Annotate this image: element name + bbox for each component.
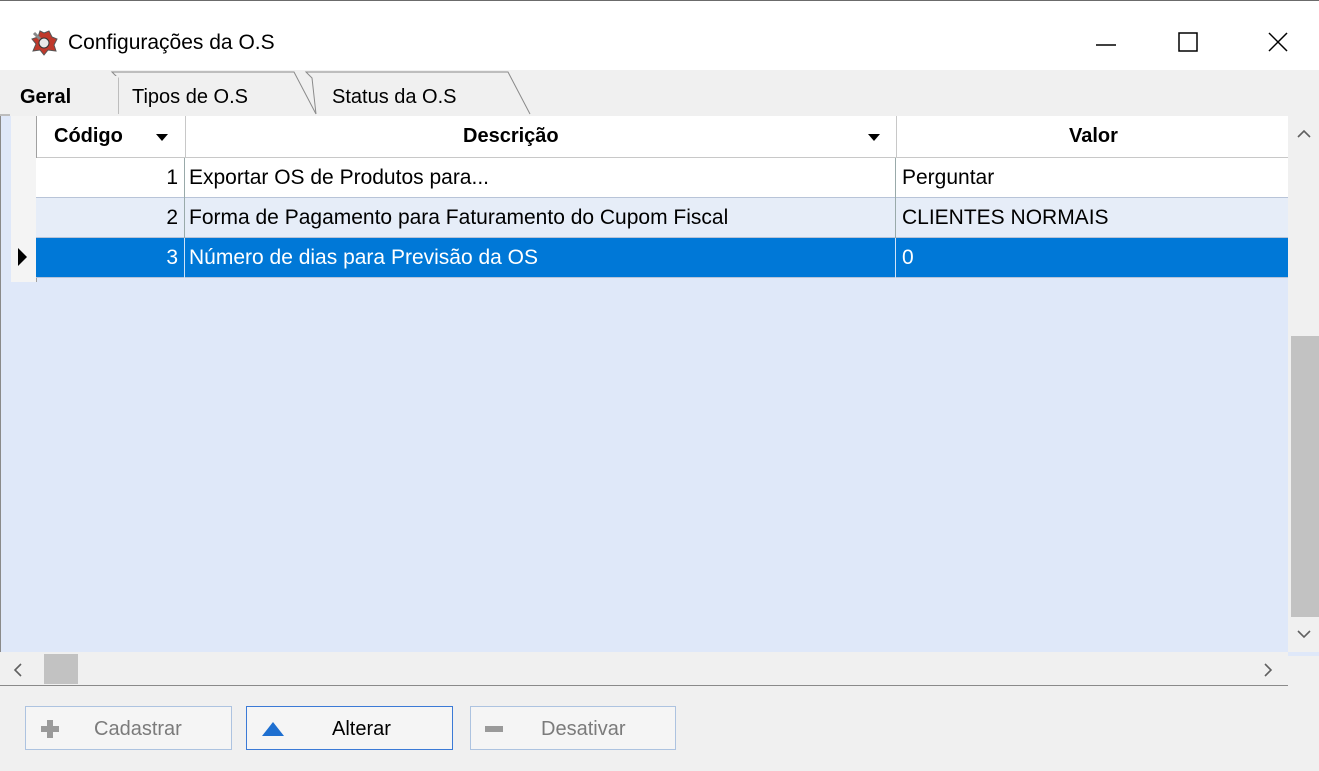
cell-descricao: Número de dias para Previsão da OS: [185, 238, 896, 278]
cell-valor: Perguntar: [896, 158, 1288, 198]
triangle-up-icon: [262, 722, 284, 736]
close-icon: [1268, 32, 1288, 52]
cell-descricao-value: Forma de Pagamento para Faturamento do C…: [189, 206, 729, 229]
cadastrar-button[interactable]: Cadastrar: [25, 706, 232, 750]
column-header-codigo[interactable]: Código: [37, 116, 186, 158]
cadastrar-label: Cadastrar: [94, 718, 182, 740]
horizontal-scrollbar[interactable]: [0, 652, 1288, 686]
minimize-icon: [1096, 44, 1116, 46]
maximize-icon: [1178, 32, 1198, 52]
title-bar: Configurações da O.S: [0, 0, 1319, 70]
scroll-up-icon[interactable]: [1296, 128, 1312, 140]
table-row[interactable]: 2 Forma de Pagamento para Faturamento do…: [36, 198, 1288, 238]
cell-valor-value: CLIENTES NORMAIS: [902, 206, 1109, 229]
cell-valor: CLIENTES NORMAIS: [896, 198, 1288, 238]
cell-descricao-value: Exportar OS de Produtos para...: [189, 166, 489, 189]
cell-codigo: 1: [36, 158, 185, 198]
scroll-down-icon[interactable]: [1296, 628, 1312, 640]
table-row-selected[interactable]: 3 Número de dias para Previsão da OS 0: [36, 238, 1288, 278]
cell-codigo-value: 2: [166, 206, 178, 229]
alterar-button[interactable]: Alterar: [246, 706, 453, 750]
window-title: Configurações da O.S: [68, 31, 275, 54]
cell-descricao: Exportar OS de Produtos para...: [185, 158, 896, 198]
scroll-right-icon[interactable]: [1262, 662, 1274, 678]
tab-geral[interactable]: Geral: [10, 76, 118, 116]
cell-valor: 0: [896, 238, 1288, 278]
app-icon: [31, 30, 58, 56]
column-header-descricao[interactable]: Descrição: [186, 116, 897, 158]
tab-tipos[interactable]: Tipos de O.S: [118, 76, 314, 116]
scroll-left-icon[interactable]: [12, 662, 24, 678]
current-row-pointer-icon: [18, 248, 27, 266]
alterar-label: Alterar: [332, 718, 391, 740]
cell-descricao-value: Número de dias para Previsão da OS: [189, 246, 539, 269]
column-header-codigo-label: Código: [54, 125, 123, 147]
close-button[interactable]: [1247, 17, 1307, 67]
horizontal-scroll-thumb[interactable]: [44, 654, 78, 684]
cell-descricao: Forma de Pagamento para Faturamento do C…: [185, 198, 896, 238]
tab-strip: Geral Tipos de O.S Status da O.S: [0, 70, 1319, 116]
sort-dropdown-icon: [868, 134, 880, 141]
tab-tipos-label: Tipos de O.S: [132, 86, 248, 108]
desativar-button[interactable]: Desativar: [470, 706, 676, 750]
column-header-descricao-label: Descrição: [463, 125, 559, 147]
tab-status[interactable]: Status da O.S: [316, 76, 528, 116]
tab-status-label: Status da O.S: [332, 86, 457, 108]
cell-valor-value: 0: [902, 246, 914, 269]
cell-codigo: 2: [36, 198, 185, 238]
sort-dropdown-icon: [156, 134, 168, 141]
vertical-scroll-thumb[interactable]: [1291, 336, 1319, 617]
column-header-valor-label: Valor: [1069, 125, 1118, 147]
cell-valor-value: Perguntar: [902, 166, 995, 189]
desativar-label: Desativar: [541, 718, 626, 740]
column-header-valor[interactable]: Valor: [897, 116, 1289, 158]
tab-geral-label: Geral: [20, 86, 72, 108]
plus-icon: [41, 720, 59, 738]
table-row[interactable]: 1 Exportar OS de Produtos para... Pergun…: [36, 158, 1288, 198]
cell-codigo-value: 1: [166, 166, 178, 189]
cell-codigo: 3: [36, 238, 185, 278]
maximize-button[interactable]: [1158, 17, 1218, 67]
minimize-button[interactable]: [1076, 17, 1136, 67]
minus-icon: [485, 726, 503, 732]
cell-codigo-value: 3: [166, 246, 178, 269]
